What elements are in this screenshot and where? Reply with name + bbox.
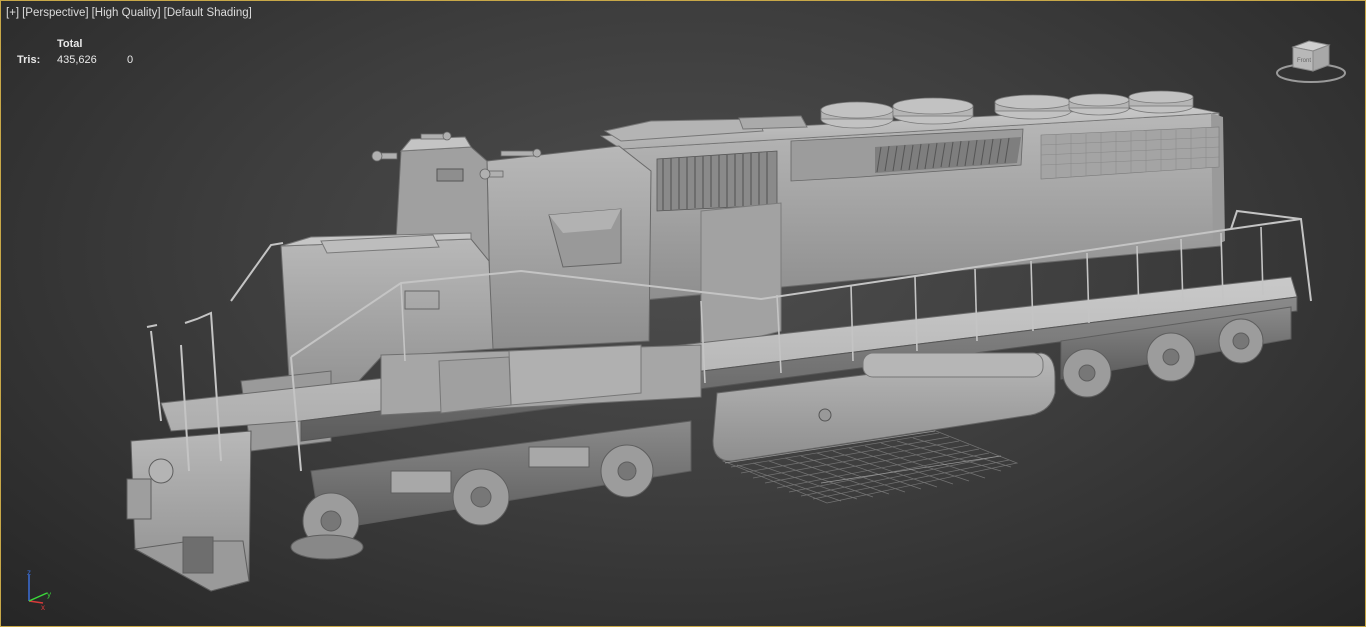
perspective-viewport[interactable]: [+] [Perspective] [High Quality] [Default S…: [0, 0, 1366, 627]
axis-z-label: z: [27, 568, 31, 577]
axis-tripod: z x y: [27, 568, 51, 611]
viewcube-front-label: Front: [1297, 58, 1311, 64]
axis-x-label: x: [41, 603, 45, 611]
locomotive-model[interactable]: [1, 1, 1365, 626]
pilot-plow: [126, 430, 252, 592]
axis-y-label: y: [47, 590, 51, 599]
viewcube[interactable]: Front: [1271, 35, 1351, 87]
front-truck: [290, 420, 692, 560]
